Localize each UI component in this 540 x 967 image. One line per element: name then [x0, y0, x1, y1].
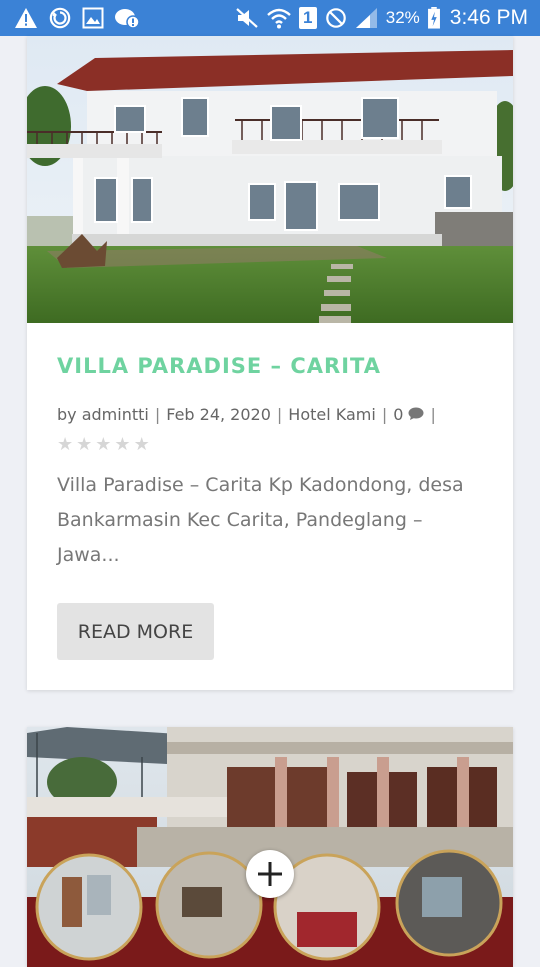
chat-icon [115, 9, 140, 29]
plus-icon [258, 862, 282, 886]
author-link[interactable]: admintti [82, 405, 149, 424]
star-icon: ★ [133, 434, 150, 454]
zoom-in-button[interactable] [246, 850, 294, 898]
comments-link[interactable]: 0 [393, 405, 424, 424]
post-meta: by admintti | Feb 24, 2020 | Hotel Kami | 0 | [57, 404, 487, 426]
star-icon: ★ [114, 434, 131, 454]
meta-separator: | [381, 405, 388, 424]
signal-icon [355, 8, 377, 28]
villa-photo[interactable] [27, 36, 513, 323]
sim-icon: 1 [298, 7, 317, 29]
meta-by: by [57, 405, 77, 424]
warning-icon [15, 8, 37, 28]
comment-count: 0 [393, 405, 404, 424]
star-icon: ★ [95, 434, 112, 454]
meta-separator: | [154, 405, 161, 424]
battery-percent: 32% [385, 8, 420, 27]
post-date: Feb 24, 2020 [166, 405, 271, 424]
star-icon: ★ [76, 434, 93, 454]
do-not-disturb-icon [325, 8, 346, 28]
sync-icon [49, 7, 71, 29]
status-bar: 1 32% 3:46 PM [0, 0, 540, 36]
read-more-button[interactable]: READ MORE [57, 603, 214, 660]
meta-separator: | [276, 405, 283, 424]
post-card: VILLA PARADISE – CARITA by admintti | Feb … [27, 36, 513, 690]
hotel-collage-photo[interactable] [27, 727, 513, 967]
star-icon: ★ [57, 434, 74, 454]
mute-icon [236, 8, 258, 28]
post-title[interactable]: VILLA PARADISE – CARITA [57, 354, 381, 378]
meta-separator: | [430, 405, 436, 424]
post-card [27, 727, 513, 967]
clock: 3:46 PM [449, 6, 528, 29]
star-rating: ★ ★ ★ ★ ★ [57, 435, 150, 453]
wifi-icon [266, 8, 291, 29]
category-link[interactable]: Hotel Kami [288, 405, 376, 424]
image-icon [82, 7, 104, 29]
post-excerpt: Villa Paradise – Carita Kp Kadondong, de… [57, 474, 464, 566]
comment-icon [408, 407, 424, 420]
battery-icon [427, 7, 440, 29]
